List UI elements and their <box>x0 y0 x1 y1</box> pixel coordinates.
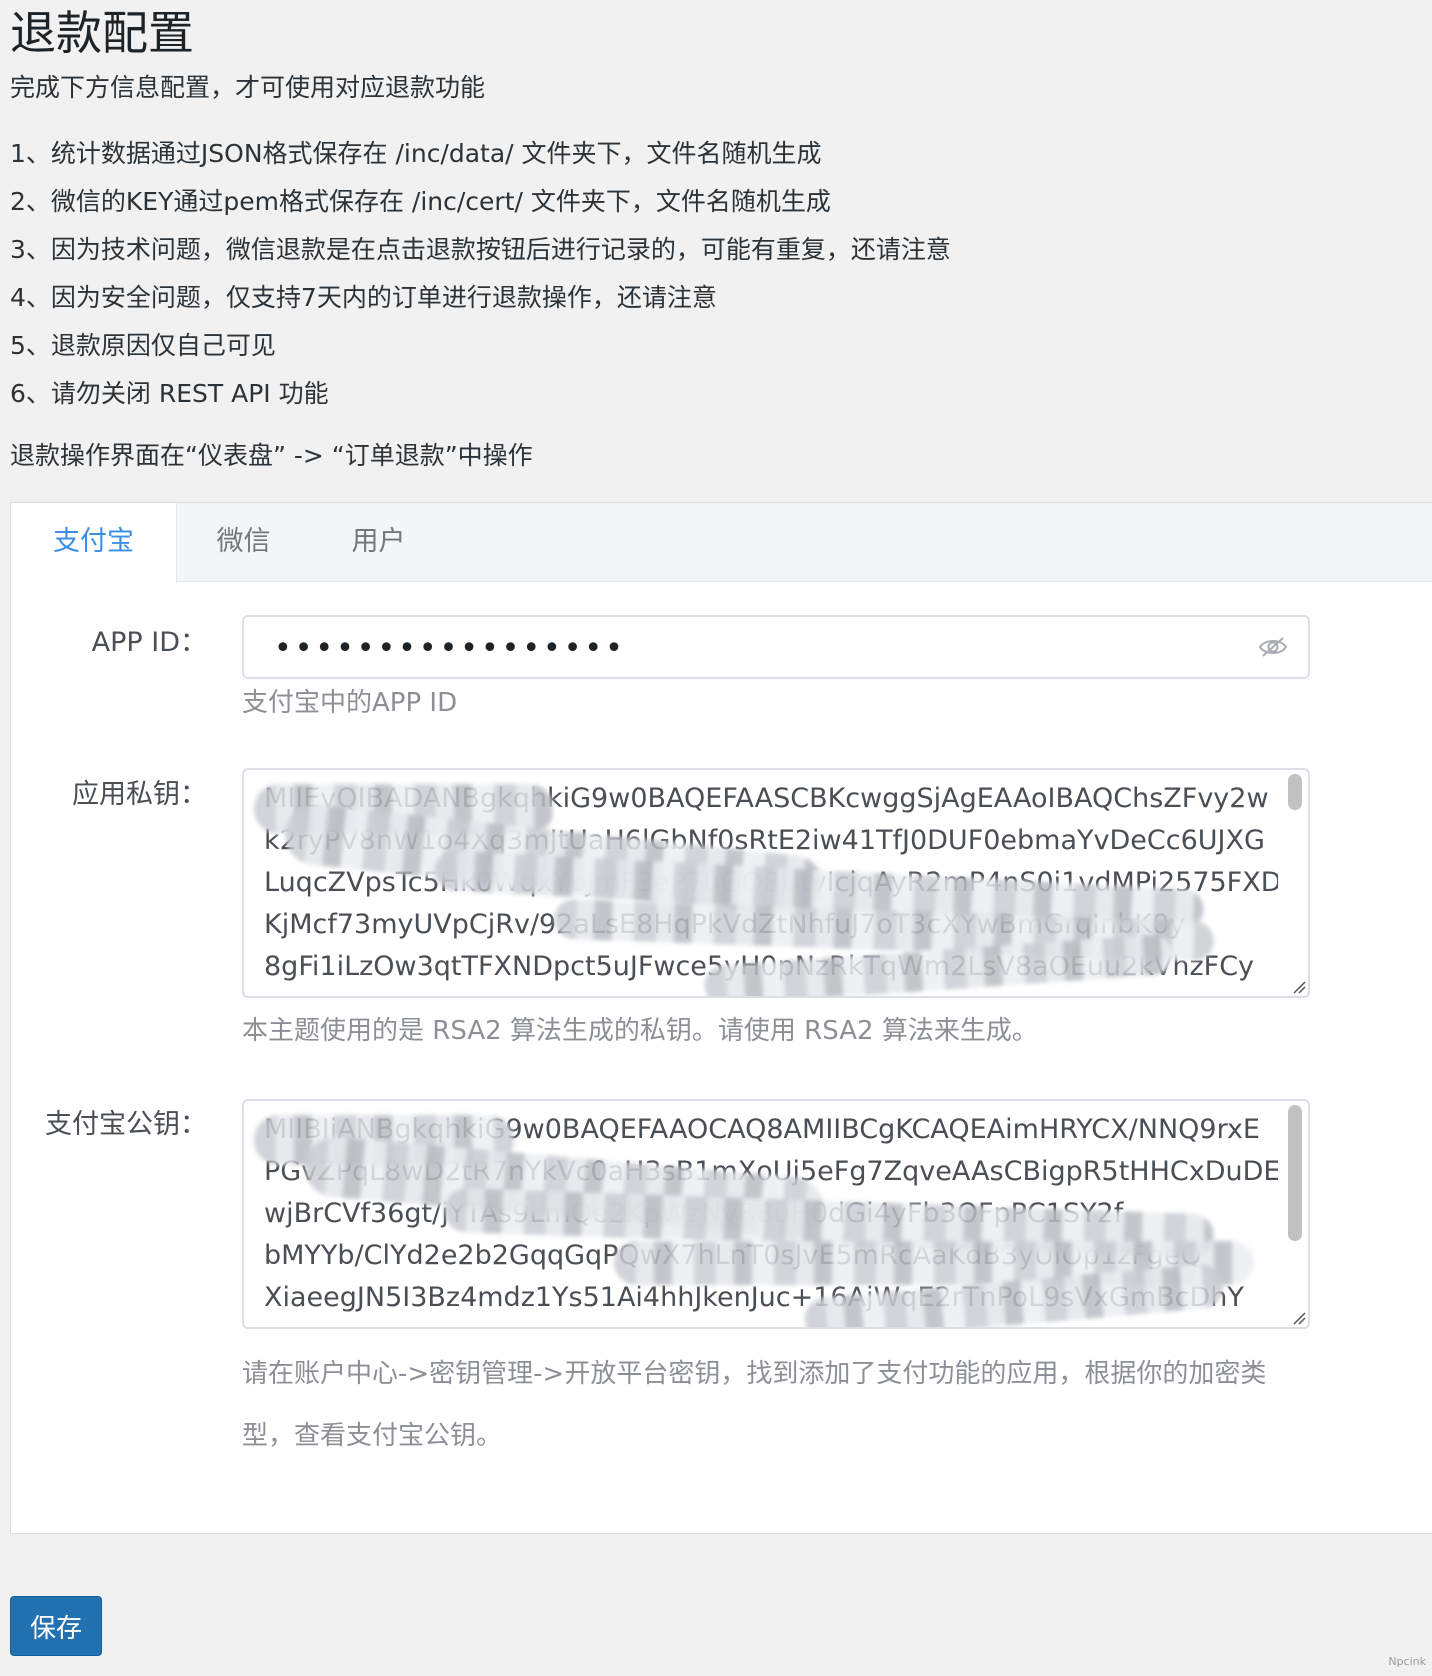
note-item: 6、请勿关闭 REST API 功能 <box>10 379 329 408</box>
private-key-help: 本主题使用的是 RSA2 算法生成的私钥。请使用 RSA2 算法来生成。 <box>242 1016 1038 1046</box>
settings-panel: 支付宝 微信 用户 APP ID： 支付宝中的APP ID 应用私钥： MIIE… <box>10 502 1432 1534</box>
note-item: 4、因为安全问题，仅支持7天内的订单进行退款操作，还请注意 <box>10 283 717 312</box>
notes-list: 1、统计数据通过JSON格式保存在 /inc/data/ 文件夹下，文件名随机生… <box>10 130 951 418</box>
resize-handle-icon[interactable] <box>1290 978 1306 994</box>
alipay-public-key-help: 请在账户中心->密钥管理->开放平台密钥，找到添加了支付功能的应用，根据你的加密… <box>242 1359 1267 1451</box>
tab-wechat[interactable]: 微信 <box>176 503 311 581</box>
note-item: 5、退款原因仅自己可见 <box>10 331 276 360</box>
tab-alipay[interactable]: 支付宝 <box>11 503 177 583</box>
resize-handle-icon[interactable] <box>1290 1309 1306 1325</box>
alipay-public-key-label: 支付宝公钥： <box>45 1109 207 1140</box>
app-id-input[interactable] <box>272 625 1236 671</box>
tab-user[interactable]: 用户 <box>311 503 446 581</box>
page-title: 退款配置 <box>10 6 194 60</box>
save-button[interactable]: 保存 <box>10 1596 102 1656</box>
private-key-field[interactable]: MIIEvQIBADANBgkqhkiG9w0BAQEFAASCBKcwggSj… <box>242 768 1310 998</box>
page-subtitle: 完成下方信息配置，才可使用对应退款功能 <box>10 73 486 102</box>
tab-bar: 支付宝 微信 用户 <box>11 503 1432 583</box>
app-id-label: APP ID： <box>91 627 207 658</box>
note-item: 3、因为技术问题，微信退款是在点击退款按钮后进行记录的，可能有重复，还请注意 <box>10 235 951 264</box>
app-id-help: 支付宝中的APP ID <box>242 688 458 718</box>
scrollbar-thumb[interactable] <box>1288 1105 1302 1241</box>
private-key-label: 应用私钥： <box>72 779 207 810</box>
watermark: Npcink <box>1388 1655 1426 1668</box>
alipay-public-key-field[interactable]: MIIBIjANBgkqhkiG9w0BAQEFAAOCAQ8AMIIBCgKC… <box>242 1099 1310 1329</box>
scrollbar-thumb[interactable] <box>1288 774 1302 810</box>
nav-tip: 退款操作界面在“仪表盘” -> “订单退款”中操作 <box>10 441 533 470</box>
note-item: 2、微信的KEY通过pem格式保存在 /inc/cert/ 文件夹下，文件名随机… <box>10 187 831 216</box>
note-item: 1、统计数据通过JSON格式保存在 /inc/data/ 文件夹下，文件名随机生… <box>10 139 822 168</box>
app-id-field <box>242 615 1310 679</box>
eye-slash-icon[interactable] <box>1258 635 1288 659</box>
